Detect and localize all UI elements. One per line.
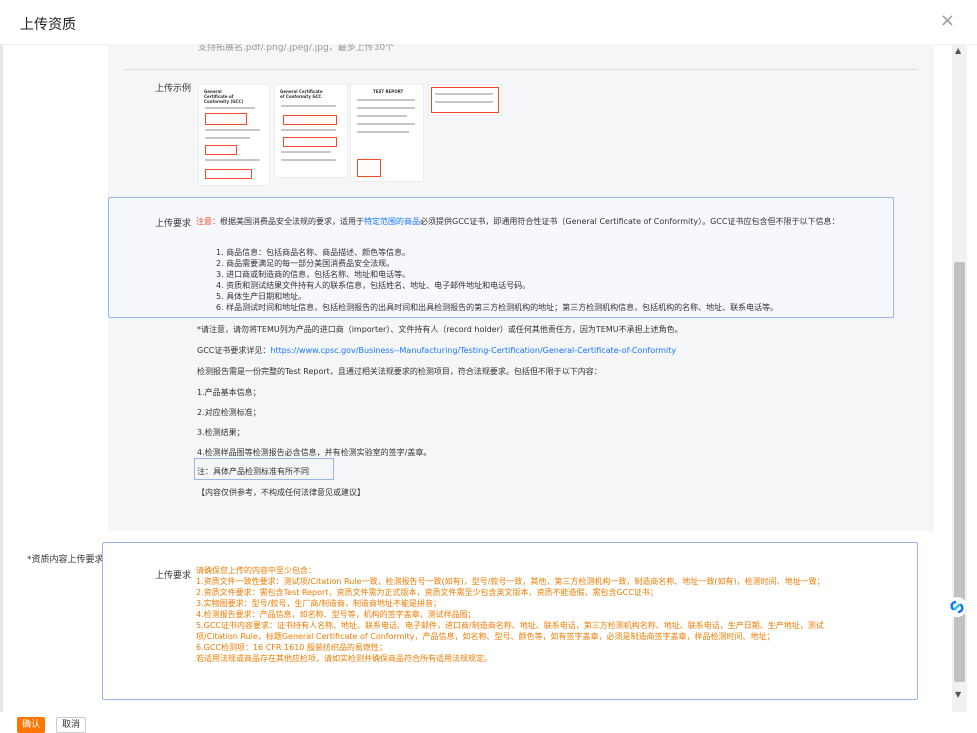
report-item: 3.检测结果； (197, 428, 245, 437)
list-item: 1. 商品信息：包括商品名称、商品描述、颜色等信息。 (216, 248, 411, 257)
example-thumbnail-gcc-1[interactable]: General Certificate of Conformity (GCC) (198, 84, 270, 186)
list-item: 6.GCC检测项：16 CFR 1610 服装纺织品的易燃性； (196, 643, 387, 652)
thumbnail-line (357, 123, 415, 125)
scroll-up-icon[interactable]: ▲ (955, 46, 961, 55)
thumbnail-line (435, 93, 493, 95)
example-label: 上传示例 (155, 84, 192, 94)
thumbnail-line (281, 159, 336, 161)
thumbnail-line (205, 159, 260, 161)
thumbnail-highlight (205, 113, 247, 125)
thumbnail-title: General Certificate of Conformity GCC (280, 89, 323, 99)
thumbnail-title: TEST REPORT (373, 89, 404, 94)
thumbnail-line (357, 131, 409, 133)
list-item: 6. 样品测试时间和地址信息，包括检测报告的出具时间和出具检测报告的第三方检测机… (216, 303, 779, 312)
dialog-footer: 确认 取消 (0, 712, 977, 733)
report-note: 注：具体产品检测标准有所不同 (197, 467, 309, 476)
report-item: 1.产品基本信息； (197, 388, 261, 397)
list-item: 1.资质文件一致性要求：测试项/Citation Rule一致，检测报告号一致(… (196, 577, 825, 586)
report-intro: 检测报告需是一份完整的Test Report，且通过相关法规要求的检测项目，符合… (197, 367, 602, 376)
list-item: 4.检测报告要求：产品信息，如名称、型号等，机构的签字盖章，测试样品图； (196, 610, 476, 619)
thumbnail-line (205, 129, 260, 131)
note-prefix: 注意： (196, 217, 220, 226)
thumbnail-title: General Certificate of Conformity (GCC) (204, 89, 244, 104)
temu-notice: *请注意，请勿将TEMU列为产品的进口商（importer）、文件持有人（rec… (197, 325, 683, 334)
scrollbar-thumb[interactable] (954, 262, 965, 682)
thumbnail-highlight (283, 115, 337, 125)
list-item: 3.实物图要求：型号/款号，生厂商/制造商，制造商地址不能是拼音； (196, 599, 442, 608)
thumbnail-line (435, 101, 493, 103)
floating-link-icon[interactable] (946, 596, 968, 618)
divider (124, 69, 918, 70)
close-icon[interactable]: × (940, 12, 955, 30)
list-item: 请确保您上传的内容中至少包含： (196, 566, 316, 575)
dialog-header: 上传资质 × (0, 0, 977, 45)
example-thumbnail-4[interactable] (428, 84, 502, 116)
report-item: 2.对应检测标准； (197, 408, 261, 417)
thumbnail-highlight (205, 145, 237, 155)
thumbnail-highlight (431, 87, 499, 113)
gcc-link[interactable]: https://www.cpsc.gov/Business--Manufactu… (270, 346, 676, 355)
content-requirements-field-label: *资质内容上传要求 (27, 555, 104, 565)
requirements-label: 上传要求 (155, 219, 192, 229)
thumbnail-line (357, 99, 415, 101)
requirements-list: 1. 商品信息：包括商品名称、商品描述、颜色等信息。 2. 商品需要满足的每一部… (216, 247, 882, 313)
list-item: 2.资质文件要求：需包含Test Report，资质文件需为正式版本，资质文件需… (196, 588, 658, 597)
thumbnail-highlight (205, 169, 252, 179)
dialog-body[interactable]: 支持拓展名.pdf/.png/.jpeg/.jpg，最多上传30个 上传示例 G… (0, 44, 952, 712)
dialog-title: 上传资质 (20, 17, 76, 33)
content-requirements-label: 上传要求 (155, 571, 192, 581)
scroll-down-icon[interactable]: ▼ (955, 690, 961, 699)
specific-goods-link[interactable]: 特定范围的商品 (364, 217, 420, 226)
thumbnail-line (281, 151, 331, 153)
format-hint: 支持拓展名.pdf/.png/.jpeg/.jpg，最多上传30个 (198, 44, 395, 53)
list-item: 项/Citation Rule，标题General Certificate of… (196, 632, 775, 641)
thumbnail-line (281, 129, 336, 131)
example-thumbnail-test-report[interactable]: TEST REPORT (350, 84, 424, 182)
list-item: 5.GCC证书内容要求：证书持有人名称、地址、联系电话、电子邮件，进口商/制造商… (196, 621, 824, 630)
gcc-prefix: GCC证书要求详见： (197, 346, 271, 355)
intro-text-2: 必须提供GCC证书，即通用符合性证书（General Certificate o… (420, 217, 840, 226)
gcc-reference: GCC证书要求详见：https://www.cpsc.gov/Business-… (197, 345, 676, 356)
example-thumbnail-gcc-2[interactable]: General Certificate of Conformity GCC (274, 84, 348, 178)
thumbnail-line (205, 107, 255, 109)
thumbnail-line (205, 137, 250, 139)
content-requirements-list: 请确保您上传的内容中至少包含： 1.资质文件一致性要求：测试项/Citation… (196, 565, 896, 664)
thumbnail-line (281, 105, 336, 107)
thumbnail-highlight (283, 137, 337, 147)
thumbnail-line (357, 107, 415, 109)
list-item: 若适用法规或商品存在其他应检项，请如实检测并确保商品符合所有适用法规规定。 (196, 654, 492, 663)
thumbnail-line (357, 115, 407, 117)
list-item: 5. 具体生产日期和地址。 (216, 292, 307, 301)
list-item: 2. 商品需要满足的每一部分美国消费品安全法规。 (216, 259, 395, 268)
report-item: 4.检测样品图等检测报告必含信息，并有检测实验室的签字/盖章。 (197, 448, 432, 457)
disclaimer: 【内容仅供参考，不构成任何法律意见或建议】 (197, 488, 365, 497)
list-item: 3. 进口商或制造商的信息，包括名称、地址和电话等。 (216, 270, 411, 279)
intro-text-1: 根据美国消费品安全法规的要求，适用于 (220, 217, 364, 226)
list-item: 4. 资质和测试结果文件持有人的联系信息，包括姓名、地址、电子邮件地址和电话号码… (216, 281, 531, 290)
thumbnail-highlight (357, 159, 381, 177)
requirements-intro: 注意：根据美国消费品安全法规的要求，适用于特定范围的商品必须提供GCC证书，即通… (196, 216, 882, 227)
